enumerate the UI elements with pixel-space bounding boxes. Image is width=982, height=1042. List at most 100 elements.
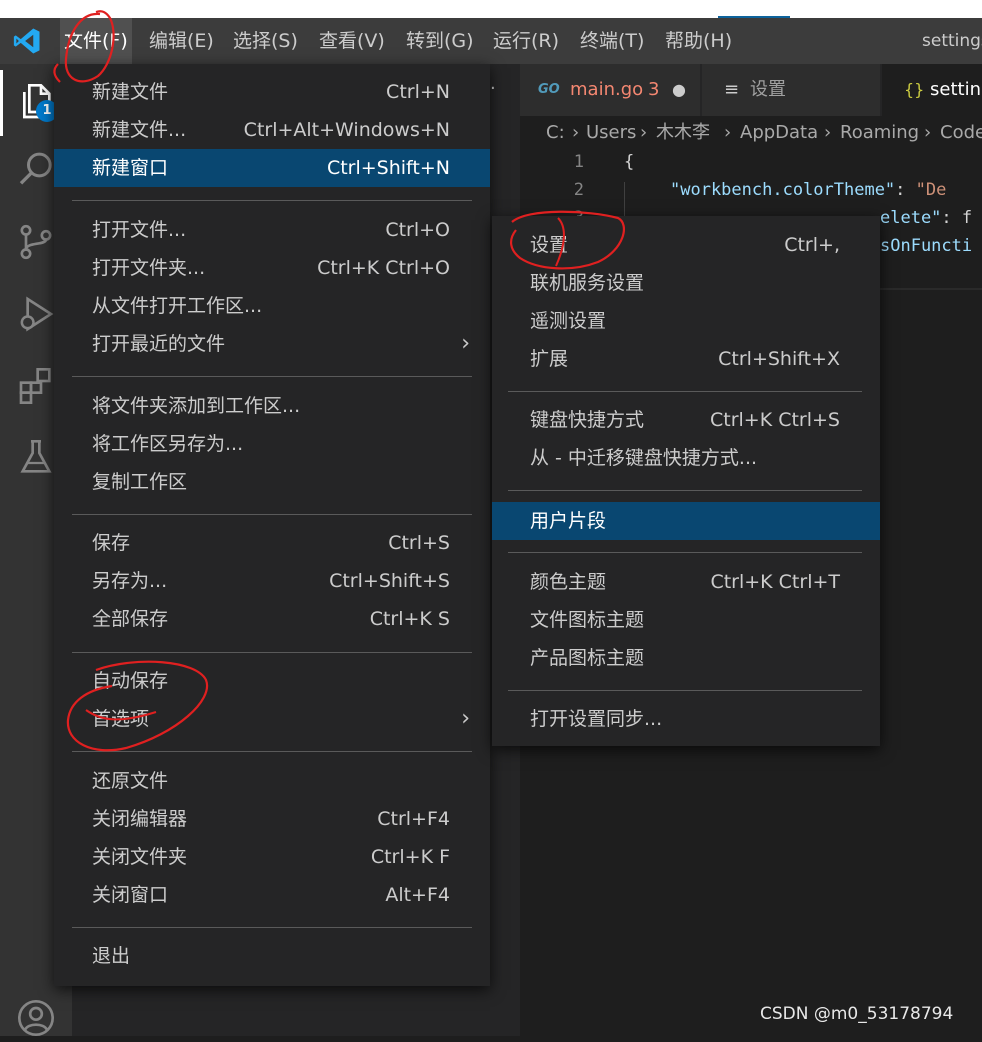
breadcrumb-item[interactable]: C: (546, 116, 565, 150)
menu-separator (72, 751, 472, 752)
json-colon: : (895, 180, 916, 200)
top-strip (0, 0, 982, 18)
account-icon[interactable] (12, 994, 60, 1042)
window-title: settings (922, 31, 982, 51)
json-value: : f (941, 208, 973, 228)
source-control-icon[interactable] (12, 218, 60, 266)
menu-item-open-folder[interactable]: 打开文件夹... Ctrl+K Ctrl+O (54, 249, 490, 287)
breadcrumb-item[interactable]: Code (940, 116, 982, 150)
tab-main-go[interactable]: GO main.go 3 ● (520, 64, 700, 116)
menu-file[interactable]: 文件(F) (60, 18, 132, 64)
breadcrumb-item[interactable]: Roaming (840, 116, 919, 150)
tab-settings-ui[interactable]: ≡ 设置 (702, 64, 880, 116)
code-line-4: sOnFuncti (880, 236, 973, 256)
sidebar-overflow-dots[interactable]: · (490, 78, 496, 99)
menu-view[interactable]: 查看(V) (315, 18, 389, 64)
menu-separator (508, 391, 862, 392)
menu-item-save[interactable]: 保存 Ctrl+S (54, 524, 490, 562)
menu-item-close-editor[interactable]: 关闭编辑器 Ctrl+F4 (54, 800, 490, 838)
menu-item-new-file-ellipsis[interactable]: 新建文件... Ctrl+Alt+Windows+N (54, 111, 490, 149)
menu-item-color-theme[interactable]: 颜色主题 Ctrl+K Ctrl+T (492, 563, 880, 601)
menu-item-revert-file[interactable]: 还原文件 (54, 762, 490, 800)
menu-go[interactable]: 转到(G) (402, 18, 478, 64)
menu-item-file-icon-theme[interactable]: 文件图标主题 (492, 601, 880, 639)
tab-settings-label: 设置 (750, 79, 786, 100)
menu-item-open-file[interactable]: 打开文件... Ctrl+O (54, 211, 490, 249)
run-debug-icon[interactable] (12, 290, 60, 338)
menu-item-new-window[interactable]: 新建窗口 Ctrl+Shift+N (54, 149, 490, 187)
menu-item-save-workspace-as[interactable]: 将工作区另存为... (54, 425, 490, 463)
tab-modified-dot[interactable]: ● (672, 64, 686, 116)
menu-item-close-window[interactable]: 关闭窗口 Alt+F4 (54, 876, 490, 914)
editor-divider (880, 288, 982, 290)
breadcrumb: C: › Users › 木木李 › AppData › Roaming › C… (520, 116, 982, 150)
menu-separator (508, 690, 862, 691)
chevron-right-icon: › (724, 122, 732, 143)
code-line-3: elete": f (880, 208, 972, 228)
file-menu: 新建文件 Ctrl+N 新建文件... Ctrl+Alt+Windows+N 新建窗… (54, 64, 490, 986)
menu-separator (72, 652, 472, 653)
watermark: CSDN @m0_53178794 (760, 1004, 954, 1024)
tab-problem-count: 3 (648, 79, 660, 100)
breadcrumb-item[interactable]: Users (586, 116, 636, 150)
menu-item-extensions[interactable]: 扩展 Ctrl+Shift+X (492, 340, 880, 378)
chevron-right-icon: › (924, 122, 932, 143)
chevron-right-icon: › (572, 122, 580, 143)
line-number: 1 (573, 152, 584, 172)
chevron-right-icon: › (640, 122, 648, 143)
tab-settings-json-label: setting (930, 79, 982, 100)
tab-settings-json[interactable]: {} setting (882, 64, 982, 116)
line-number: 2 (573, 180, 584, 200)
tab-main-go-label: main.go (570, 79, 644, 100)
chevron-right-icon: › (461, 331, 470, 356)
breadcrumb-item[interactable]: AppData (740, 116, 818, 150)
code-line-1: { (624, 152, 635, 172)
menu-separator (508, 552, 862, 553)
vscode-logo-icon[interactable] (12, 26, 42, 56)
json-key: elete" (880, 208, 942, 228)
menu-item-preferences[interactable]: 首选项 › (54, 700, 490, 738)
menu-item-save-all[interactable]: 全部保存 Ctrl+K S (54, 600, 490, 638)
menu-item-settings[interactable]: 设置 Ctrl+, (492, 226, 880, 264)
json-value: "De (915, 180, 947, 200)
menu-item-add-folder-to-workspace[interactable]: 将文件夹添加到工作区... (54, 387, 490, 425)
menu-item-online-services-settings[interactable]: 联机服务设置 (492, 264, 880, 302)
menu-item-settings-sync[interactable]: 打开设置同步... (492, 700, 880, 738)
menu-help[interactable]: 帮助(H) (661, 18, 736, 64)
menu-run[interactable]: 运行(R) (489, 18, 563, 64)
extensions-icon[interactable] (12, 362, 60, 410)
menu-item-migrate-keybindings[interactable]: 从 - 中迁移键盘快捷方式... (492, 439, 880, 477)
settings-file-icon: ≡ (724, 79, 740, 100)
menu-selection[interactable]: 选择(S) (229, 18, 302, 64)
menu-item-product-icon-theme[interactable]: 产品图标主题 (492, 639, 880, 677)
go-file-icon: GO (538, 82, 560, 97)
menu-separator (72, 927, 472, 928)
menu-separator (72, 200, 472, 201)
preferences-submenu: 设置 Ctrl+, 联机服务设置 遥测设置 扩展 Ctrl+Shift+X 键盘快捷… (492, 216, 880, 746)
menu-item-new-file[interactable]: 新建文件 Ctrl+N (54, 73, 490, 111)
menu-item-auto-save[interactable]: 自动保存 (54, 662, 490, 700)
menu-separator (508, 490, 862, 491)
json-key: "workbench.colorTheme" (670, 180, 896, 200)
testing-icon[interactable] (12, 434, 60, 482)
menu-item-save-as[interactable]: 另存为... Ctrl+Shift+S (54, 562, 490, 600)
menu-separator (72, 376, 472, 377)
search-icon[interactable] (12, 146, 60, 194)
menu-item-exit[interactable]: 退出 (54, 937, 490, 975)
menu-item-open-recent[interactable]: 打开最近的文件 › (54, 325, 490, 363)
menu-item-telemetry-settings[interactable]: 遥测设置 (492, 302, 880, 340)
menu-edit[interactable]: 编辑(E) (145, 18, 218, 64)
activity-active-indicator (0, 70, 3, 136)
menu-separator (72, 514, 472, 515)
code-line-2: "workbench.colorTheme": "De (670, 180, 946, 200)
menu-item-duplicate-workspace[interactable]: 复制工作区 (54, 463, 490, 501)
breadcrumb-item[interactable]: 木木李 (656, 116, 710, 150)
chevron-right-icon: › (824, 122, 832, 143)
menu-terminal[interactable]: 终端(T) (576, 18, 648, 64)
chevron-right-icon: › (461, 706, 470, 731)
json-file-icon: {} (904, 80, 925, 99)
menu-item-keyboard-shortcuts[interactable]: 键盘快捷方式 Ctrl+K Ctrl+S (492, 401, 880, 439)
menu-item-close-folder[interactable]: 关闭文件夹 Ctrl+K F (54, 838, 490, 876)
menu-item-open-workspace-from-file[interactable]: 从文件打开工作区... (54, 287, 490, 325)
menu-item-user-snippets[interactable]: 用户片段 (492, 502, 880, 540)
